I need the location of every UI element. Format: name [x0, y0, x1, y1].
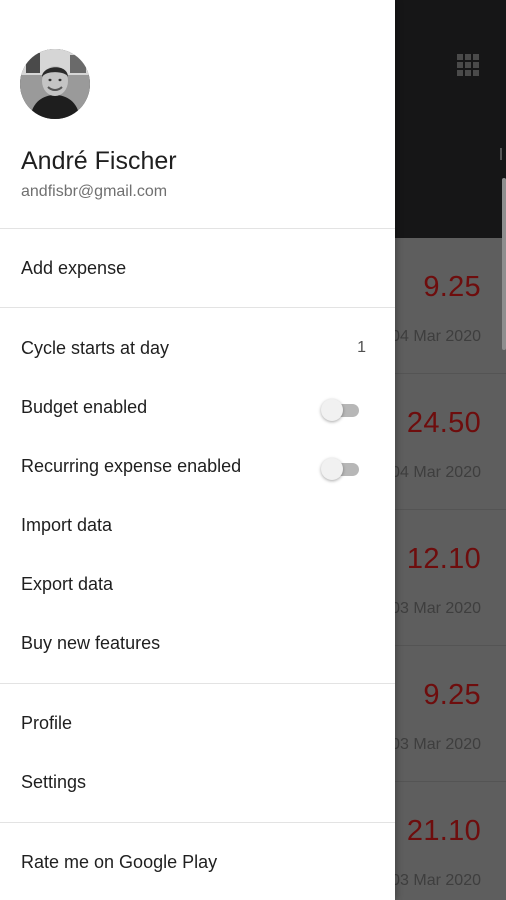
apps-grid-icon[interactable] [457, 54, 479, 76]
recurring-expense-item[interactable]: Recurring expense enabled [0, 442, 395, 492]
export-data-label: Export data [21, 574, 114, 594]
rate-app-label: Rate me on Google Play [21, 852, 218, 872]
expense-date: 04 Mar 2020 [391, 464, 481, 481]
recurring-expense-toggle[interactable] [321, 458, 361, 480]
expense-amount: 24.50 [406, 407, 481, 439]
expense-date: 03 Mar 2020 [391, 736, 481, 753]
cycle-start-value: 1 [357, 339, 366, 356]
cycle-start-item[interactable]: Cycle starts at day 1 [0, 324, 395, 374]
budget-enabled-label: Budget enabled [21, 397, 148, 417]
avatar-photo-icon [20, 49, 90, 119]
buy-features-label: Buy new features [21, 633, 161, 653]
settings-label: Settings [21, 772, 87, 792]
header-edge-mark [500, 148, 506, 160]
expense-amount: 9.25 [423, 271, 481, 303]
cycle-start-label: Cycle starts at day [21, 338, 170, 358]
user-name: André Fischer [21, 147, 177, 175]
rate-app-item[interactable]: Rate me on Google Play [0, 838, 395, 888]
expense-date: 03 Mar 2020 [391, 872, 481, 889]
recurring-expense-label: Recurring expense enabled [21, 456, 242, 476]
budget-enabled-item[interactable]: Budget enabled [0, 383, 395, 433]
expense-date: 03 Mar 2020 [391, 600, 481, 617]
toggle-thumb [321, 399, 343, 421]
scrollbar-thumb[interactable] [502, 178, 506, 350]
export-data-item[interactable]: Export data [0, 560, 395, 610]
drawer-divider [0, 683, 395, 684]
navigation-drawer: André Fischer andfisbr@gmail.com Add exp… [0, 0, 395, 900]
drawer-divider [0, 822, 395, 823]
buy-features-item[interactable]: Buy new features [0, 619, 395, 669]
expense-amount: 21.10 [406, 815, 481, 847]
expense-amount: 12.10 [406, 543, 481, 575]
user-email: andfisbr@gmail.com [21, 183, 168, 200]
profile-label: Profile [21, 713, 73, 733]
toggle-thumb [321, 458, 343, 480]
settings-item[interactable]: Settings [0, 758, 395, 808]
profile-item[interactable]: Profile [0, 699, 395, 749]
add-expense-item[interactable]: Add expense [0, 244, 395, 294]
drawer-divider [0, 228, 395, 229]
add-expense-label: Add expense [21, 258, 127, 278]
user-avatar[interactable] [20, 49, 90, 119]
drawer-divider [0, 307, 395, 308]
budget-enabled-toggle[interactable] [321, 399, 361, 421]
import-data-item[interactable]: Import data [0, 501, 395, 551]
expense-amount: 9.25 [423, 679, 481, 711]
expense-date: 04 Mar 2020 [391, 328, 481, 345]
import-data-label: Import data [21, 515, 113, 535]
